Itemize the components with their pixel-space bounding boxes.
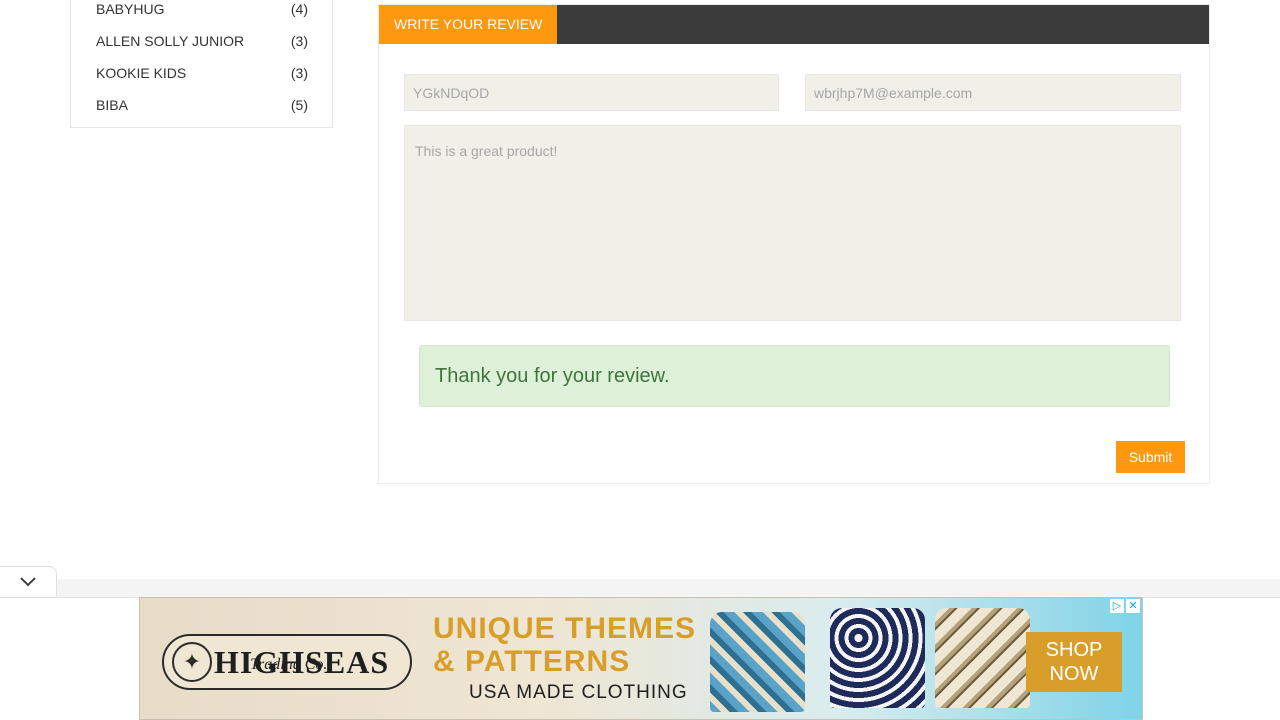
brand-item-biba[interactable]: BIBA (5)	[96, 89, 308, 121]
name-field[interactable]	[404, 74, 779, 111]
brand-count: (5)	[290, 97, 308, 113]
ad-headline: UNIQUE THEMES & PATTERNS	[433, 612, 696, 678]
submit-button[interactable]: Submit	[1116, 441, 1185, 473]
tab-write-review[interactable]: WRITE YOUR REVIEW	[379, 5, 558, 44]
ad-headline-line1: UNIQUE THEMES	[433, 612, 697, 645]
ad-collapse-toggle[interactable]	[0, 566, 57, 596]
brand-count: (3)	[290, 65, 308, 81]
shirt-image	[710, 612, 805, 712]
brand-name: KOOKIE KIDS	[96, 65, 187, 81]
brand-name: BABYHUG	[96, 1, 165, 17]
email-field[interactable]	[805, 74, 1181, 111]
page: BABYHUG (4) ALLEN SOLLY JUNIOR (3) KOOKI…	[0, 0, 1280, 720]
brand-list: BABYHUG (4) ALLEN SOLLY JUNIOR (3) KOOKI…	[96, 0, 308, 121]
brands-panel: BABYHUG (4) ALLEN SOLLY JUNIOR (3) KOOKI…	[70, 0, 333, 128]
ad-subline: USA MADE CLOTHING	[469, 682, 688, 703]
close-icon[interactable]: ✕	[1126, 599, 1140, 613]
review-textarea[interactable]	[404, 125, 1181, 321]
ad-banner[interactable]: ✦ HIGHSEAS Trading Co. UNIQUE THEMES & P…	[139, 597, 1143, 720]
shirt-image	[830, 608, 925, 708]
ad-controls: ▷ ✕	[1110, 599, 1140, 613]
brand-item-allen-solly-junior[interactable]: ALLEN SOLLY JUNIOR (3)	[96, 25, 308, 57]
brand-name: BIBA	[96, 97, 128, 113]
brand-name: ALLEN SOLLY JUNIOR	[96, 33, 245, 49]
ad-cta-line1: SHOP	[1045, 639, 1103, 661]
ad-logo-subtitle: Trading Co.	[250, 656, 328, 673]
ad-cta-line2: NOW	[1049, 663, 1099, 685]
brand-item-kookie-kids[interactable]: KOOKIE KIDS (3)	[96, 57, 308, 89]
brand-item-babyhug[interactable]: BABYHUG (4)	[96, 0, 308, 25]
shirt-image	[935, 608, 1030, 708]
brand-count: (3)	[290, 33, 308, 49]
adchoices-icon[interactable]: ▷	[1110, 599, 1124, 613]
success-alert: Thank you for your review.	[419, 345, 1170, 407]
compass-icon: ✦	[172, 642, 212, 682]
chevron-down-icon	[20, 576, 36, 586]
brand-count: (4)	[290, 1, 308, 17]
review-tabbar: WRITE YOUR REVIEW	[379, 5, 1209, 44]
review-section: WRITE YOUR REVIEW Thank you for your rev…	[378, 4, 1210, 484]
ad-shop-now-button[interactable]: SHOP NOW	[1026, 632, 1122, 692]
ad-headline-line2: & PATTERNS	[433, 645, 631, 678]
